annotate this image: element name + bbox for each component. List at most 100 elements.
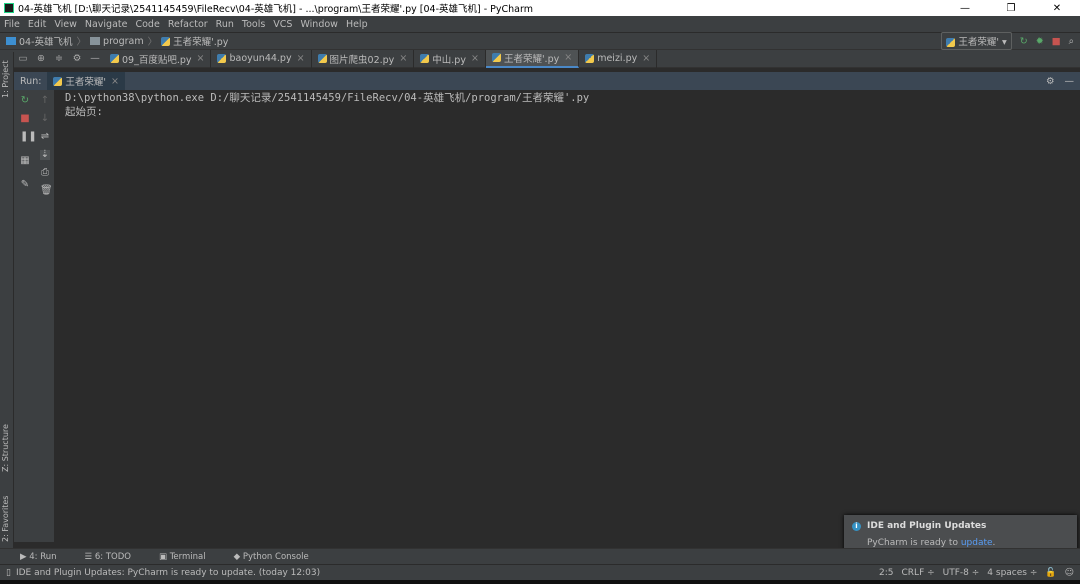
close-button[interactable]: ✕ — [1034, 3, 1080, 14]
menu-navigate[interactable]: Navigate — [85, 19, 128, 30]
encoding[interactable]: UTF-8 ÷ — [943, 568, 980, 578]
menu-refactor[interactable]: Refactor — [168, 19, 208, 30]
search-icon[interactable]: ⌕ — [1069, 36, 1074, 47]
run-tab-label: 王者荣耀' — [65, 77, 107, 88]
rerun-icon[interactable]: ↻ — [20, 96, 30, 106]
close-icon[interactable]: × — [399, 53, 407, 64]
trash-icon[interactable]: 🗑 — [40, 186, 53, 196]
menu-code[interactable]: Code — [135, 19, 159, 30]
status-bar: ▯ IDE and Plugin Updates: PyCharm is rea… — [0, 564, 1080, 580]
python-console-tool-label: Python Console — [242, 551, 309, 562]
restore-button[interactable]: ❐ — [988, 3, 1034, 14]
collapse-icon[interactable]: ≑ — [50, 53, 68, 64]
print-icon[interactable]: ⎙ — [40, 168, 50, 178]
folder-icon — [6, 37, 16, 45]
tab-crawler[interactable]: 图片爬虫02.py × — [312, 49, 415, 68]
stop-icon[interactable]: ■ — [1052, 36, 1061, 47]
run-config-select[interactable]: 王者荣耀' ▾ — [941, 32, 1012, 50]
breadcrumb-project[interactable]: 04-英雄飞机 — [19, 34, 73, 48]
tab-baoyun[interactable]: baoyun44.py × — [211, 49, 312, 68]
run-tab[interactable]: 王者荣耀' × — [47, 72, 126, 90]
status-message[interactable]: IDE and Plugin Updates: PyCharm is ready… — [16, 568, 320, 578]
tab-label: 09_百度贴吧.py — [122, 54, 192, 66]
close-icon[interactable]: × — [297, 53, 305, 64]
menu-tools[interactable]: Tools — [242, 19, 265, 30]
tab-baidu[interactable]: 09_百度贴吧.py × — [104, 49, 212, 68]
stop-icon[interactable]: ■ — [20, 114, 30, 124]
tab-label: 王者荣耀'.py — [503, 53, 560, 65]
tab-label: 中山.py — [432, 54, 466, 66]
info-icon: i — [852, 521, 861, 531]
pycharm-logo-icon — [4, 3, 14, 13]
tab-label: meizi.py — [597, 53, 638, 64]
menu-bar: File Edit View Navigate Code Refactor Ru… — [0, 16, 1080, 32]
run-toolbar: ↻ ↑ ■ ↓ ❚❚ ⇌ ⇣ ▦ ⎙ ✎ 🗑 — [14, 90, 54, 542]
todo-tool-button[interactable]: ☰ 6: TODO — [85, 552, 145, 562]
notification-end: . — [992, 538, 996, 548]
minimize-icon[interactable]: — — [86, 53, 104, 64]
notification-title: IDE and Plugin Updates — [867, 521, 987, 531]
breadcrumb-file[interactable]: 王者荣耀'.py — [173, 34, 228, 48]
layout-icon[interactable]: ▭ — [14, 53, 32, 64]
run-label: Run: — [20, 75, 42, 87]
terminal-tool-button[interactable]: ▣ Terminal — [159, 552, 220, 562]
python-file-icon — [217, 54, 227, 63]
project-tool-button[interactable]: 1: Project — [1, 60, 10, 98]
breadcrumb: 04-英雄飞机〉 program 〉 王者荣耀'.py 王者荣耀' ▾ ↻ ✹ ■… — [0, 32, 1080, 50]
notification-body: PyCharm is ready to — [867, 538, 961, 548]
scroll-to-end-icon[interactable]: ⇣ — [40, 150, 50, 160]
soft-wrap-icon[interactable]: ⇌ — [40, 132, 50, 142]
tab-label: 图片爬虫02.py — [329, 54, 395, 66]
python-file-icon — [110, 54, 119, 63]
update-link[interactable]: update — [961, 538, 993, 548]
close-icon[interactable]: × — [564, 52, 572, 63]
debug-icon[interactable]: ✹ — [1036, 36, 1044, 47]
run-panel-header: Run: 王者荣耀' × ⚙ — — [14, 72, 1080, 90]
close-icon[interactable]: × — [642, 53, 650, 64]
up-arrow-icon[interactable]: ↑ — [40, 96, 50, 106]
layout-icon[interactable]: ▦ — [20, 156, 30, 166]
favorites-tool-button[interactable]: 2: Favorites — [1, 496, 10, 542]
rerun-icon[interactable]: ↻ — [1020, 36, 1028, 47]
close-icon[interactable]: × — [471, 53, 479, 64]
run-tool-label: 4: Run — [29, 551, 57, 562]
console-line: 起始页: — [65, 106, 103, 118]
hide-icon[interactable]: — — [1065, 76, 1075, 87]
close-icon[interactable]: × — [197, 53, 205, 64]
menu-view[interactable]: View — [54, 19, 77, 30]
window-title: 04-英雄飞机 [D:\聊天记录\2541145459\FileRecv\04-… — [18, 4, 533, 15]
down-arrow-icon[interactable]: ↓ — [40, 114, 50, 124]
menu-run[interactable]: Run — [216, 19, 234, 30]
line-separator[interactable]: CRLF ÷ — [902, 568, 935, 578]
python-file-icon — [491, 53, 501, 62]
menu-help[interactable]: Help — [346, 19, 368, 30]
minimize-button[interactable]: — — [942, 3, 988, 14]
pause-icon[interactable]: ❚❚ — [20, 132, 37, 142]
menu-window[interactable]: Window — [300, 19, 337, 30]
folder-icon — [90, 37, 101, 45]
caret-position[interactable]: 2:5 — [879, 568, 893, 578]
menu-vcs[interactable]: VCS — [273, 19, 292, 30]
run-tool-button[interactable]: ▶ 4: Run — [20, 552, 71, 562]
menu-edit[interactable]: Edit — [28, 19, 46, 30]
tab-wangzhe[interactable]: 王者荣耀'.py × — [485, 49, 580, 68]
tab-label: baoyun44.py — [229, 53, 292, 64]
close-icon[interactable]: × — [111, 76, 119, 87]
tab-zhongshan[interactable]: 中山.py × — [414, 49, 486, 68]
menu-file[interactable]: File — [4, 19, 20, 30]
python-console-tool-button[interactable]: ◆ Python Console — [234, 552, 323, 562]
locate-icon[interactable]: ⊕ — [32, 53, 50, 64]
python-icon — [53, 76, 63, 86]
gear-icon[interactable]: ⚙ — [1046, 76, 1055, 87]
tab-meizi[interactable]: meizi.py × — [579, 49, 658, 68]
indent[interactable]: 4 spaces ÷ — [987, 568, 1037, 578]
structure-tool-button[interactable]: Z: Structure — [1, 424, 10, 472]
inspector-icon[interactable]: ☺ — [1065, 568, 1074, 578]
editor-tabs: ▭ ⊕ ≑ ⚙ — 09_百度贴吧.py × baoyun44.py × 图片爬虫0… — [0, 49, 1080, 68]
console-output[interactable]: D:\python38\python.exe D:/聊天记录/254114545… — [56, 90, 1080, 120]
gear-icon[interactable]: ⚙ — [68, 53, 86, 64]
pin-icon[interactable]: ✎ — [20, 180, 30, 190]
breadcrumb-folder[interactable]: program — [103, 36, 144, 47]
lock-icon[interactable]: 🔓 — [1045, 568, 1056, 578]
python-file-icon — [585, 54, 595, 63]
